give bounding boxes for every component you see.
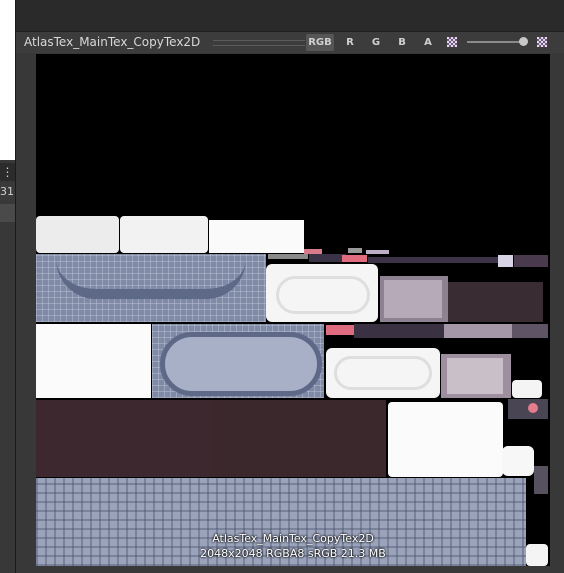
texture-patch <box>309 254 346 262</box>
texture-patch <box>502 446 534 476</box>
top-empty-bar <box>16 0 564 32</box>
texture-patch <box>120 216 208 253</box>
texture-canvas[interactable]: AtlasTex_MainTex_CopyTex2D 2048x2048 RGB… <box>36 54 550 566</box>
texture-patch <box>444 324 512 338</box>
mip-slider[interactable] <box>467 41 527 43</box>
texture-name-label: AtlasTex_MainTex_CopyTex2D <box>212 532 374 545</box>
channel-rgb-button[interactable]: RGB <box>306 34 334 51</box>
more-menu-icon[interactable]: ⋮ <box>0 163 15 181</box>
channel-r-button[interactable]: R <box>340 34 360 51</box>
texture-patch <box>380 276 448 322</box>
texture-patch <box>36 216 119 253</box>
texture-patch <box>326 348 440 398</box>
texture-patch <box>268 254 308 259</box>
texture-patch <box>36 324 151 398</box>
texture-patch <box>514 255 548 267</box>
texture-details-label: 2048x2048 RGBA8 sRGB 21.3 MB <box>200 547 386 560</box>
mip-slider-knob[interactable] <box>519 37 528 46</box>
mip-large-icon <box>537 37 547 47</box>
left-panel-value: 31 <box>0 183 15 201</box>
texture-patch <box>498 255 513 267</box>
texture-patch <box>441 354 511 398</box>
texture-patch <box>152 324 324 398</box>
drag-handle[interactable] <box>213 40 305 46</box>
texture-patch <box>512 380 542 398</box>
channel-b-button[interactable]: B <box>392 34 412 51</box>
texture-patch <box>266 264 378 322</box>
texture-patch <box>366 250 389 254</box>
texture-patch <box>508 399 548 419</box>
texture-patch <box>448 282 543 322</box>
left-panel-row[interactable] <box>0 204 15 222</box>
texture-patch <box>209 220 304 253</box>
texture-patch <box>211 400 386 477</box>
texture-patch <box>388 402 503 477</box>
texture-patch <box>342 255 367 262</box>
texture-patch <box>36 254 266 322</box>
texture-patch <box>348 248 362 253</box>
texture-patch <box>36 400 211 477</box>
channel-g-button[interactable]: G <box>366 34 386 51</box>
mip-small-icon <box>447 37 457 47</box>
preview-toolbar: AtlasTex_MainTex_CopyTex2D RGB R G B A <box>16 32 564 53</box>
texture-patch <box>512 324 548 338</box>
left-panel-scene-view <box>0 0 15 160</box>
texture-patch <box>534 466 548 494</box>
preview-title: AtlasTex_MainTex_CopyTex2D <box>24 35 201 49</box>
texture-patch <box>368 257 498 263</box>
texture-patch <box>326 325 354 335</box>
channel-a-button[interactable]: A <box>418 34 438 51</box>
texture-patch <box>354 324 444 338</box>
